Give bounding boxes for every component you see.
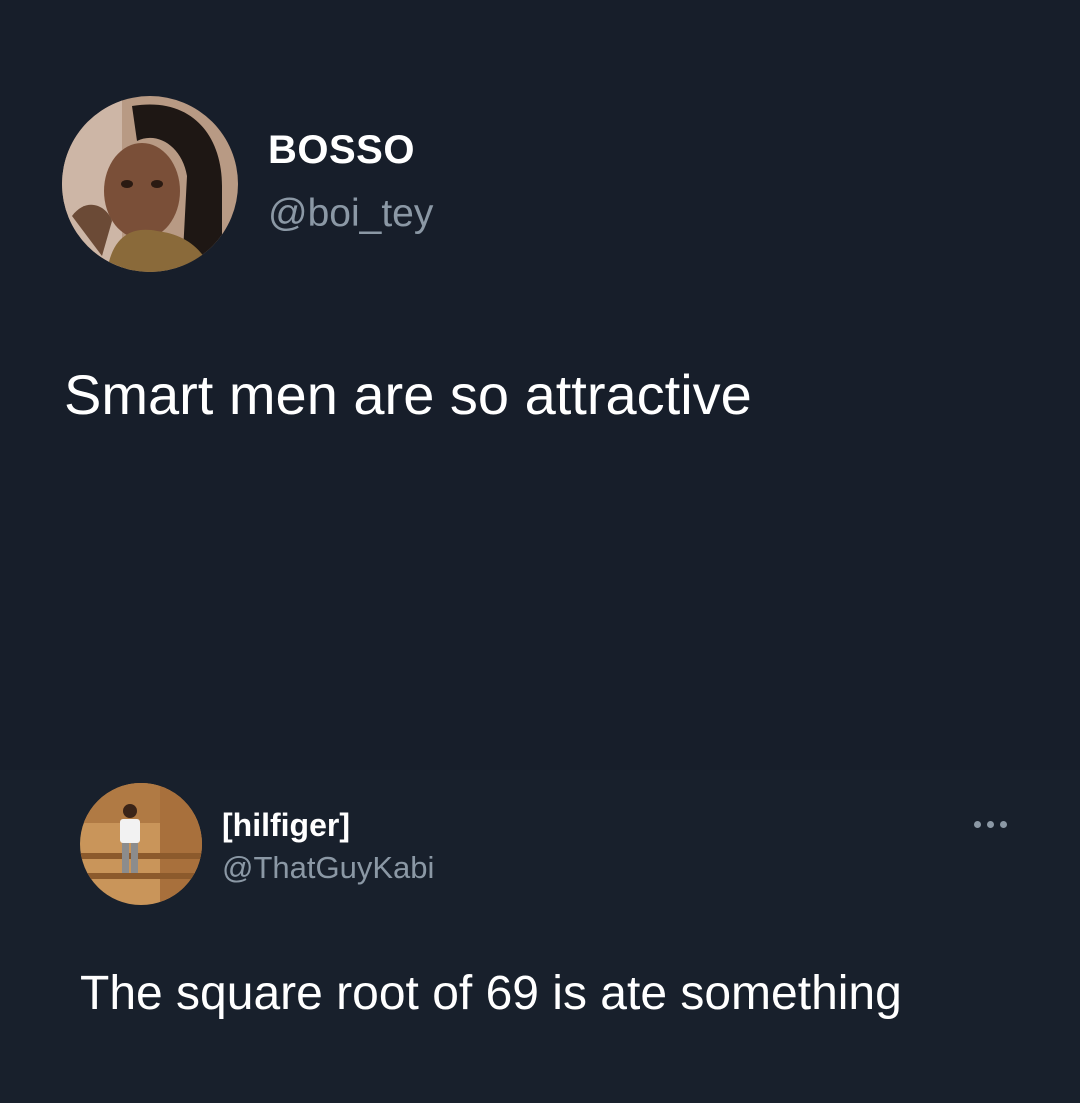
display-name[interactable]: BOSSO	[268, 128, 415, 173]
more-horizontal-icon[interactable]	[960, 814, 1020, 834]
profile-photo-image	[62, 96, 238, 272]
tweet-text: The square root of 69 is ate something	[80, 967, 902, 1020]
tweet-text: Smart men are so attractive	[64, 363, 752, 426]
reply-tweet: [hilfiger] @ThatGuyKabi The square root …	[0, 770, 1080, 1103]
more-dot	[986, 820, 994, 828]
user-handle[interactable]: @boi_tey	[268, 192, 433, 236]
more-dot	[999, 820, 1007, 828]
display-name[interactable]: [hilfiger]	[222, 807, 350, 844]
avatar[interactable]	[80, 783, 202, 905]
profile-photo-image	[80, 783, 202, 905]
more-dot	[973, 820, 981, 828]
user-handle[interactable]: @ThatGuyKabi	[222, 850, 434, 886]
avatar[interactable]	[62, 96, 238, 272]
main-tweet: BOSSO @boi_tey Smart men are so attracti…	[0, 0, 1080, 770]
